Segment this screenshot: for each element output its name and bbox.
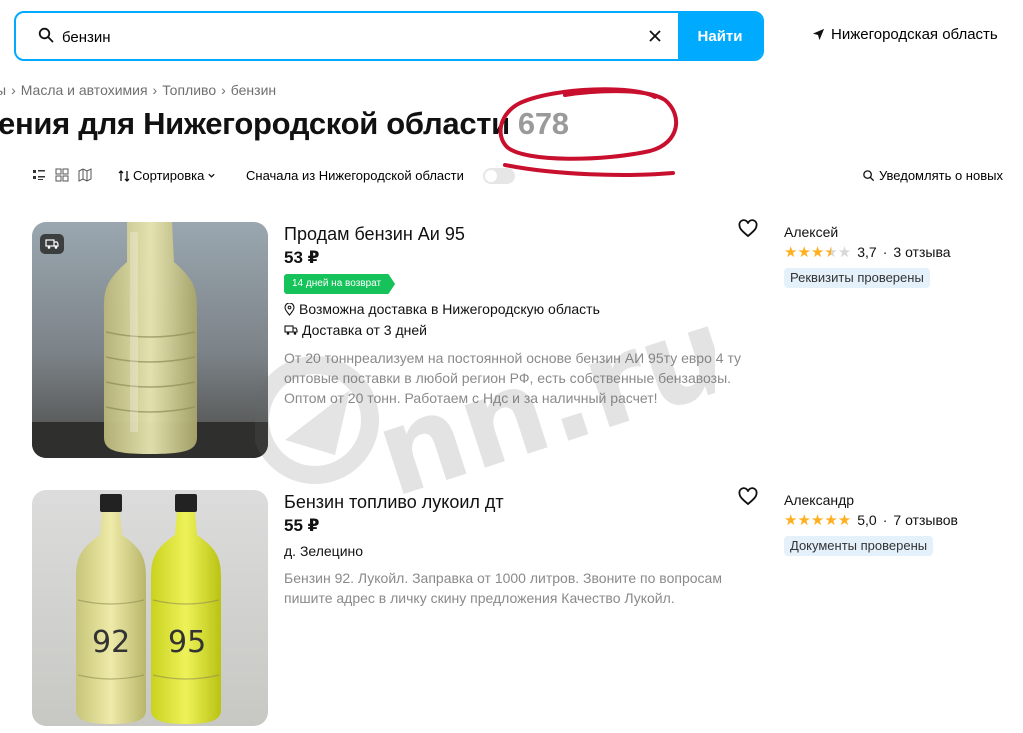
verified-badge: Документы проверены bbox=[784, 536, 934, 556]
rating-value: 3,7 bbox=[857, 244, 877, 260]
listing-price: 55 ₽ bbox=[284, 516, 320, 535]
region-selector[interactable]: Нижегородская область bbox=[812, 26, 998, 43]
review-count[interactable]: 3 отзыва bbox=[893, 244, 950, 260]
delivery-region-text: Возможна доставка в Нижегородскую област… bbox=[299, 301, 600, 317]
breadcrumb-separator: › bbox=[221, 82, 226, 98]
seller-rating: ★★★★★ 5,0 · 7 отзывов bbox=[784, 511, 958, 529]
region-first-toggle[interactable] bbox=[483, 168, 515, 184]
list-view-icon[interactable] bbox=[32, 168, 46, 182]
notify-label: Уведомлять о новых bbox=[879, 168, 1003, 183]
page-title: ения для Нижегородской области 678 bbox=[0, 106, 569, 142]
fuel-bottle-photo bbox=[32, 222, 268, 458]
listing-description: Бензин 92. Лукойл. Заправка от 1000 литр… bbox=[284, 570, 722, 606]
breadcrumb-item[interactable]: ы bbox=[0, 82, 6, 98]
listing-description: От 20 тоннреализуем на постоянной основе… bbox=[284, 350, 742, 406]
location-pin-icon bbox=[284, 302, 295, 316]
return-badge: 14 дней на возврат bbox=[284, 274, 396, 294]
breadcrumb-item[interactable]: Топливо bbox=[162, 82, 216, 98]
seller-rating: ★★★★★ 3,7 · 3 отзыва bbox=[784, 243, 951, 261]
sort-button[interactable]: Сортировка bbox=[118, 168, 216, 183]
delivery-time-text: Доставка от 3 дней bbox=[302, 322, 427, 338]
search-input[interactable] bbox=[60, 22, 624, 52]
listing-title[interactable]: Продам бензин Аи 95 bbox=[284, 224, 465, 245]
search-bar: Найти bbox=[14, 11, 764, 61]
listing-price: 53 ₽ bbox=[284, 248, 320, 267]
delivery-region-line: Возможна доставка в Нижегородскую област… bbox=[284, 301, 600, 317]
seller-name[interactable]: Алексей bbox=[784, 224, 838, 240]
notify-button[interactable]: Уведомлять о новых bbox=[862, 168, 1003, 183]
fuel-bottles-photo: 92 95 bbox=[32, 490, 268, 726]
location-arrow-icon bbox=[812, 28, 825, 41]
close-icon[interactable] bbox=[646, 27, 664, 45]
delivery-truck-icon bbox=[45, 239, 59, 249]
breadcrumb-item[interactable]: бензин bbox=[231, 82, 276, 98]
rating-stars: ★★★★★ bbox=[784, 244, 852, 261]
chevron-down-icon bbox=[208, 173, 216, 178]
view-switcher bbox=[32, 168, 92, 182]
listing-photo[interactable]: 92 95 bbox=[32, 490, 268, 726]
bottle-label-95: 95 bbox=[168, 625, 206, 660]
breadcrumb-item[interactable]: Масла и автохимия bbox=[21, 82, 148, 98]
search-bell-icon bbox=[863, 170, 875, 182]
page-title-text: ения для Нижегородской области bbox=[0, 106, 510, 141]
truck-icon bbox=[284, 325, 298, 335]
rating-stars: ★★★★★ bbox=[784, 512, 852, 529]
region-first-label: Сначала из Нижегородской области bbox=[246, 168, 464, 183]
listing-title[interactable]: Бензин топливо лукоил дт bbox=[284, 492, 504, 513]
sort-label: Сортировка bbox=[133, 168, 205, 183]
verified-badge: Реквизиты проверены bbox=[784, 268, 930, 288]
grid-view-icon[interactable] bbox=[55, 168, 69, 182]
delivery-time-line: Доставка от 3 дней bbox=[284, 322, 427, 338]
breadcrumb-separator: › bbox=[152, 82, 158, 98]
favorite-heart-icon[interactable] bbox=[738, 219, 758, 239]
listing-location: д. Зелецино bbox=[284, 543, 364, 559]
rating-dot: · bbox=[882, 512, 888, 528]
review-count[interactable]: 7 отзывов bbox=[893, 512, 958, 528]
seller-name[interactable]: Александр bbox=[784, 492, 854, 508]
rating-value: 5,0 bbox=[857, 512, 877, 528]
region-label: Нижегородская область bbox=[831, 26, 998, 43]
map-view-icon[interactable] bbox=[78, 168, 92, 182]
favorite-heart-icon[interactable] bbox=[738, 487, 758, 507]
bottle-label-92: 92 bbox=[92, 625, 130, 660]
red-marker-annotation bbox=[498, 87, 679, 177]
search-icon bbox=[38, 27, 54, 43]
breadcrumb-separator: › bbox=[11, 82, 16, 98]
breadcrumb: ы › Масла и автохимия › Топливо › бензин bbox=[0, 82, 276, 98]
find-button[interactable]: Найти bbox=[678, 13, 762, 59]
listing-photo[interactable] bbox=[32, 222, 268, 458]
sort-icon bbox=[118, 169, 130, 182]
rating-dot: · bbox=[882, 244, 888, 260]
